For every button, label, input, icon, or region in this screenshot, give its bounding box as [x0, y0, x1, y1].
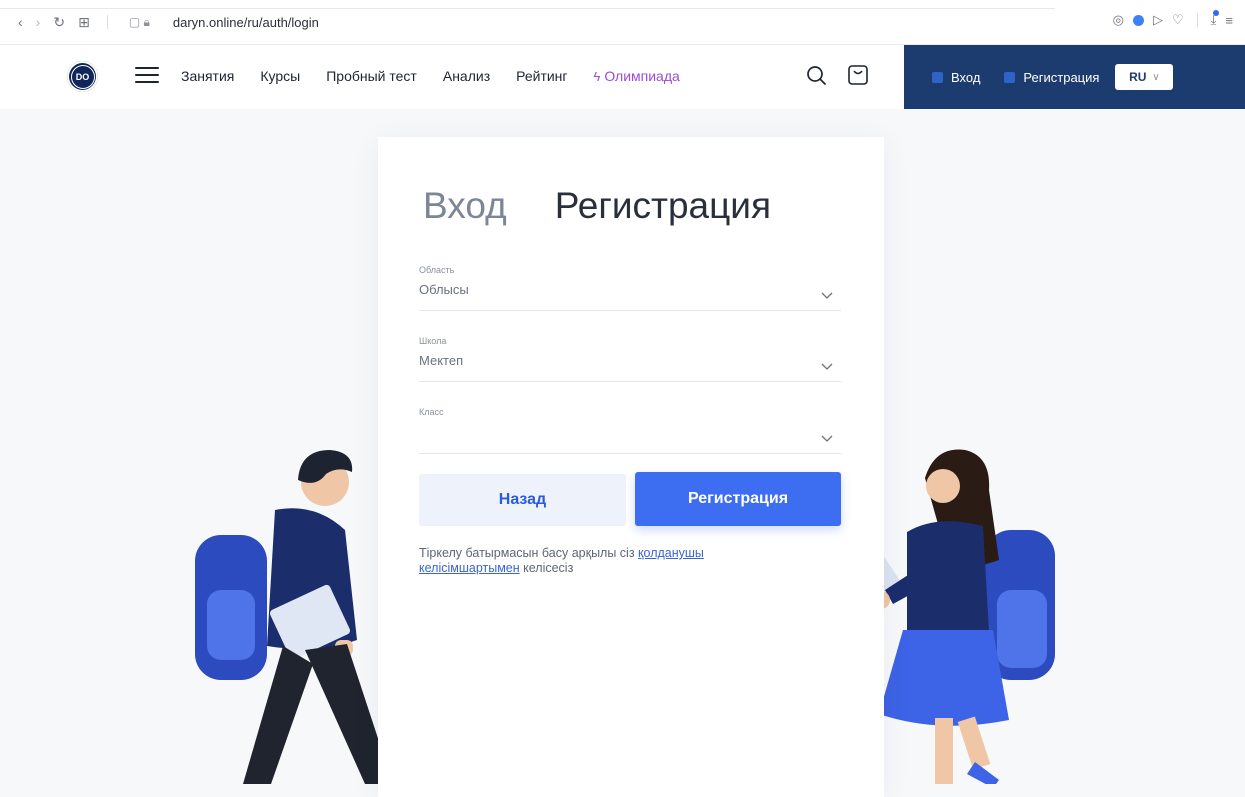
download-icon[interactable]: ⤓ — [1211, 10, 1220, 28]
lightning-icon: ϟ — [593, 69, 601, 84]
nav-item-lessons[interactable]: Занятия — [181, 68, 234, 84]
logo-text: DO — [70, 64, 95, 89]
agreement-text: Тіркелу батырмасын басу арқылы сіз қолда… — [419, 546, 759, 576]
school-select[interactable]: Школа Мектеп — [419, 336, 841, 382]
header-register-link[interactable]: Регистрация — [1004, 70, 1099, 85]
nav-item-analysis[interactable]: Анализ — [443, 68, 490, 84]
auth-panel: Вход Регистрация RU ∨ — [904, 45, 1245, 109]
cart-icon[interactable] — [847, 63, 869, 87]
header-register-label: Регистрация — [1023, 69, 1100, 85]
chevron-down-icon — [821, 363, 833, 370]
search-icon[interactable] — [806, 65, 828, 87]
nav-item-olympiad[interactable]: ϟ Олимпиада — [594, 68, 680, 84]
address-bar[interactable]: daryn.online/ru/auth/login — [173, 15, 319, 30]
nav-item-trial-test[interactable]: Пробный тест — [326, 68, 417, 84]
toolbar-divider — [106, 15, 108, 29]
back-arrow-icon[interactable]: ‹ — [18, 14, 23, 30]
lock-icon[interactable]: 🔒︎ — [144, 15, 150, 30]
header-login-link[interactable]: Вход — [932, 70, 980, 85]
auth-tabs: Вход Регистрация — [423, 185, 771, 227]
tab-register[interactable]: Регистрация — [555, 185, 771, 227]
class-label: Класс — [419, 407, 444, 417]
site-header: DO Занятия Курсы Пробный тест Анализ Рей… — [0, 45, 1245, 109]
region-label: Область — [419, 265, 455, 275]
chevron-down-icon — [821, 292, 833, 299]
language-value: RU — [1129, 70, 1147, 84]
region-value: Облысы — [419, 282, 469, 297]
site-logo[interactable]: DO — [67, 61, 98, 92]
page-icon[interactable]: ▢ — [129, 15, 140, 29]
chevron-down-icon: ∨ — [1152, 71, 1160, 83]
menu-icon[interactable]: ≡ — [1225, 13, 1233, 28]
heart-icon[interactable]: ♡ — [1172, 12, 1184, 28]
main-nav: Занятия Курсы Пробный тест Анализ Рейтин… — [181, 68, 680, 84]
school-value: Мектеп — [419, 353, 464, 368]
play-icon[interactable]: ▷ — [1153, 12, 1163, 28]
extension-camera-icon[interactable]: ◎ — [1113, 12, 1124, 28]
language-select[interactable]: RU ∨ — [1115, 64, 1174, 90]
grid-icon[interactable]: ⊞ — [78, 14, 90, 31]
toolbar-divider — [1196, 13, 1198, 27]
nav-item-courses[interactable]: Курсы — [260, 68, 300, 84]
tab-strip-line — [0, 0, 1055, 9]
header-login-label: Вход — [951, 69, 981, 85]
agreement-prefix: Тіркелу батырмасын басу арқылы сіз — [419, 546, 635, 560]
back-button[interactable]: Назад — [419, 474, 626, 526]
nav-item-rating[interactable]: Рейтинг — [516, 68, 567, 84]
login-icon — [932, 71, 943, 83]
browser-toolbar: ‹ › ↻ ⊞ ▢ 🔒︎ daryn.online/ru/auth/login … — [0, 0, 1245, 45]
tab-login[interactable]: Вход — [423, 185, 507, 227]
hamburger-menu-icon[interactable] — [135, 67, 159, 85]
chevron-down-icon — [821, 435, 833, 442]
region-select[interactable]: Область Облысы — [419, 265, 841, 311]
reload-icon[interactable]: ↻ — [53, 14, 65, 31]
class-select[interactable]: Класс — [419, 407, 841, 454]
forward-arrow-icon[interactable]: › — [36, 14, 41, 30]
nav-item-olympiad-label: Олимпиада — [604, 68, 680, 84]
auth-card: Вход Регистрация Область Облысы Школа Ме… — [378, 137, 884, 797]
extension-shield-icon[interactable] — [1133, 14, 1144, 26]
register-button[interactable]: Регистрация — [635, 472, 841, 526]
agreement-suffix: келісесіз — [523, 561, 574, 575]
school-label: Школа — [419, 336, 447, 346]
boy-with-backpack-illustration — [195, 450, 393, 784]
register-icon — [1004, 71, 1016, 83]
